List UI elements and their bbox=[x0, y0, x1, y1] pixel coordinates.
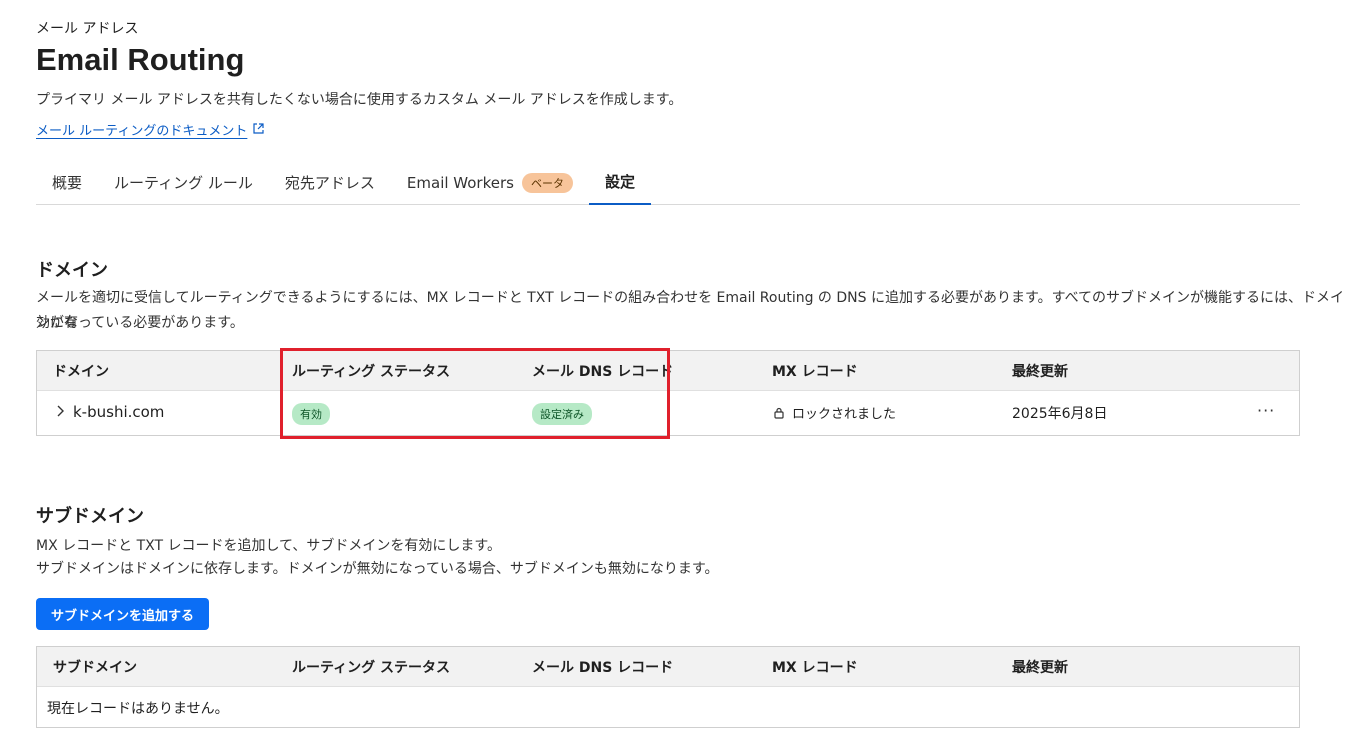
routing-status-cell: 有効 bbox=[292, 403, 330, 425]
domain-description-line2: 効になっている必要があります。 bbox=[36, 315, 244, 331]
status-badge: 有効 bbox=[292, 403, 330, 425]
tab-email-workers[interactable]: Email Workers ベータ bbox=[391, 160, 589, 205]
domain-name: k-bushi.com bbox=[73, 402, 165, 421]
domain-table: ドメイン ルーティング ステータス メール DNS レコード MX レコード 最… bbox=[36, 350, 1300, 436]
column-header-last-updated: 最終更新 bbox=[1012, 363, 1068, 380]
subdomain-description-line1: MX レコードと TXT レコードを追加して、サブドメインを有効にします。 bbox=[36, 538, 501, 554]
tab-label: Email Workers bbox=[406, 173, 514, 192]
domain-cell: k-bushi.com bbox=[55, 402, 164, 421]
tab-label: 設定 bbox=[604, 173, 635, 191]
subdomain-description-line2: サブドメインはドメインに依存します。ドメインが無効になっている場合、サブドメイン… bbox=[36, 561, 719, 577]
domain-table-header: ドメイン ルーティング ステータス メール DNS レコード MX レコード 最… bbox=[37, 351, 1299, 391]
tab-destination-addresses[interactable]: 宛先アドレス bbox=[269, 160, 391, 205]
domain-section-title: ドメイン bbox=[36, 260, 108, 281]
breadcrumb: メール アドレス bbox=[36, 21, 139, 37]
subdomain-section-title: サブドメイン bbox=[36, 506, 144, 527]
empty-state-text: 現在レコードはありません。 bbox=[47, 701, 229, 717]
column-header-routing-status: ルーティング ステータス bbox=[292, 659, 451, 676]
column-header-dns-record: メール DNS レコード bbox=[532, 659, 674, 676]
lock-icon bbox=[774, 407, 784, 419]
subdomain-table-header: サブドメイン ルーティング ステータス メール DNS レコード MX レコード… bbox=[37, 647, 1299, 687]
column-header-mx-record: MX レコード bbox=[772, 659, 858, 676]
tab-overview[interactable]: 概要 bbox=[36, 160, 98, 205]
page-subtitle: プライマリ メール アドレスを共有したくない場合に使用するカスタム メール アド… bbox=[36, 92, 683, 108]
more-options-icon[interactable]: ··· bbox=[1257, 401, 1275, 420]
subdomain-table: サブドメイン ルーティング ステータス メール DNS レコード MX レコード… bbox=[36, 646, 1300, 728]
tab-label: 宛先アドレス bbox=[284, 174, 375, 192]
page-title: Email Routing bbox=[36, 42, 245, 77]
tab-label: ルーティング ルール bbox=[114, 174, 253, 192]
column-header-routing-status: ルーティング ステータス bbox=[292, 363, 451, 380]
mx-record-cell: ロックされました bbox=[774, 403, 896, 422]
column-header-last-updated: 最終更新 bbox=[1012, 659, 1068, 676]
mx-record-status: ロックされました bbox=[792, 407, 897, 422]
external-link-icon bbox=[253, 122, 264, 137]
tab-settings[interactable]: 設定 bbox=[588, 160, 651, 205]
column-header-subdomain: サブドメイン bbox=[53, 659, 137, 676]
settings-tabs: 概要 ルーティング ルール 宛先アドレス Email Workers ベータ 設… bbox=[36, 160, 1300, 205]
column-header-mx-record: MX レコード bbox=[772, 363, 858, 380]
empty-row: 現在レコードはありません。 bbox=[37, 687, 1299, 727]
dns-record-cell: 設定済み bbox=[532, 403, 592, 425]
add-subdomain-button[interactable]: サブドメインを追加する bbox=[36, 598, 210, 630]
documentation-link-label[interactable]: メール ルーティングのドキュメント bbox=[36, 120, 247, 139]
tab-label: 概要 bbox=[52, 174, 83, 192]
beta-badge: ベータ bbox=[521, 172, 573, 193]
documentation-link[interactable]: メール ルーティングのドキュメント bbox=[36, 120, 264, 139]
column-header-dns-record: メール DNS レコード bbox=[532, 363, 674, 380]
table-row[interactable]: k-bushi.com 有効 設定済み ロックされました 2025年6月8日 ·… bbox=[37, 391, 1299, 435]
dns-status-badge: 設定済み bbox=[532, 403, 592, 425]
tab-routing-rules[interactable]: ルーティング ルール bbox=[98, 160, 269, 205]
last-updated-cell: 2025年6月8日 bbox=[1012, 406, 1108, 422]
chevron-right-icon[interactable] bbox=[55, 402, 65, 421]
column-header-domain: ドメイン bbox=[53, 363, 109, 380]
